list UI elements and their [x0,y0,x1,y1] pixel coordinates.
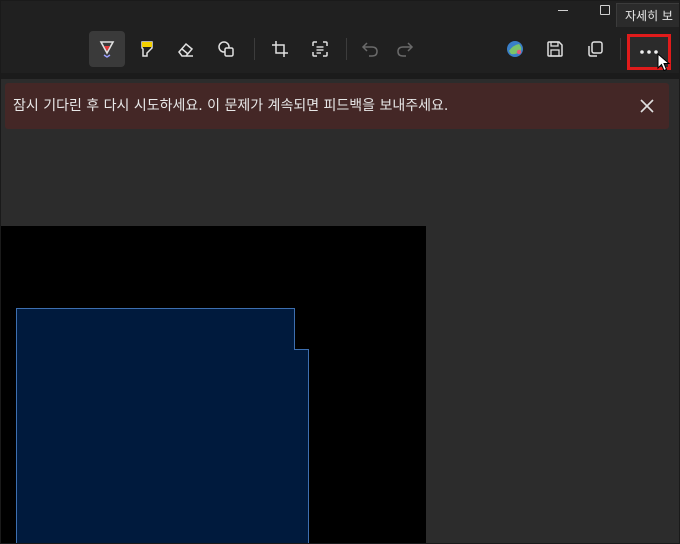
ballpoint-pen-button[interactable] [89,31,125,67]
text-actions-icon [312,41,328,57]
copy-icon [588,41,603,57]
mouse-cursor-icon [657,53,671,72]
more-options-tooltip: 자세히 보 [616,3,679,29]
paint-button[interactable] [497,31,533,67]
save-icon [547,41,563,57]
paint-icon [507,41,523,57]
eraser-icon [178,42,194,57]
highlighter-button[interactable] [129,31,165,67]
crop-button[interactable] [262,31,298,67]
undo-button[interactable] [352,31,388,67]
close-icon [640,99,654,113]
ballpoint-pen-icon [99,41,115,58]
text-actions-button[interactable] [302,31,338,67]
crop-icon [272,41,288,57]
redo-button[interactable] [387,31,423,67]
close-infobar-button[interactable] [635,94,659,118]
redo-icon [397,42,414,57]
toolbar-separator [346,38,347,60]
eraser-button[interactable] [168,31,204,67]
highlighter-icon [141,41,153,57]
copy-button[interactable] [577,31,613,67]
save-button[interactable] [537,31,573,67]
minimize-button[interactable] [556,3,570,17]
toolbar-separator [620,38,621,60]
title-bar: 자세히 보 [1,1,679,29]
error-infobar: 잠시 기다린 후 다시 시도하세요. 이 문제가 계속되면 피드백을 보내주세요… [5,83,669,129]
toolbar [1,27,679,73]
toolbar-separator [254,38,255,60]
shapes-button[interactable] [208,31,244,67]
captured-window-shape [16,308,309,543]
maximize-button[interactable] [598,3,612,17]
error-message: 잠시 기다린 후 다시 시도하세요. 이 문제가 계속되면 피드백을 보내주세요… [13,98,449,114]
shapes-icon [218,41,234,57]
screenshot-canvas[interactable] [1,226,426,543]
undo-icon [361,42,378,57]
app-window: 자세히 보 잠시 기다린 후 다시 시도하세요. 이 문제가 계속되면 피드백을… [0,0,680,544]
